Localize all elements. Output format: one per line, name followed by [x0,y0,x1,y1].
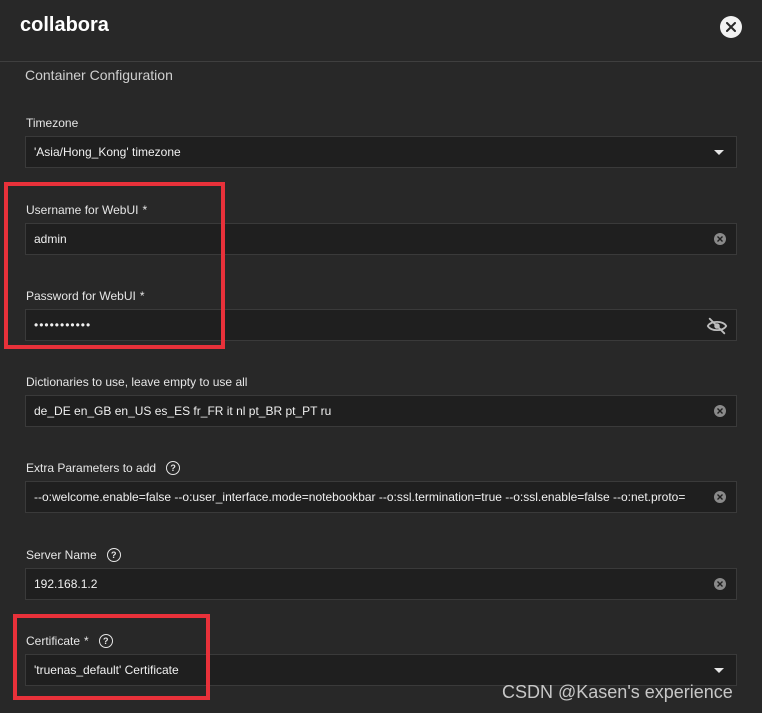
clear-icon[interactable] [714,405,726,417]
extra-params-label: Extra Parameters to add ? [26,461,181,475]
certificate-value: 'truenas_default' Certificate [34,663,179,677]
password-label: Password for WebUI * [26,289,145,303]
server-name-value: 192.168.1.2 [34,577,98,591]
username-value: admin [34,232,67,246]
chevron-down-icon[interactable] [714,150,724,155]
server-name-input[interactable]: 192.168.1.2 [25,568,737,600]
password-value: ••••••••••• [34,318,92,332]
dialog-header: collabora [0,0,762,62]
dictionaries-label: Dictionaries to use, leave empty to use … [26,375,248,389]
timezone-value: 'Asia/Hong_Kong' timezone [34,145,181,159]
help-icon[interactable]: ? [106,548,121,562]
eye-off-icon[interactable] [706,316,728,336]
close-icon [726,22,736,32]
dictionaries-input[interactable]: de_DE en_GB en_US es_ES fr_FR it nl pt_B… [25,395,737,427]
extra-params-input[interactable]: --o:welcome.enable=false --o:user_interf… [25,481,737,513]
clear-icon[interactable] [714,233,726,245]
password-input[interactable]: ••••••••••• [25,309,737,341]
username-label: Username for WebUI * [26,203,148,217]
help-icon[interactable]: ? [98,634,113,648]
timezone-label: Timezone [26,116,79,130]
extra-params-value: --o:welcome.enable=false --o:user_interf… [34,490,686,504]
watermark: CSDN @Kasen's experience [502,682,733,702]
server-name-label: Server Name ? [26,548,121,562]
app-title: collabora [20,14,109,36]
section-title: Container Configuration [25,67,173,83]
chevron-down-icon[interactable] [714,668,724,673]
close-button[interactable] [720,16,742,38]
clear-icon[interactable] [714,491,726,503]
certificate-label: Certificate * ? [26,634,113,648]
timezone-select[interactable]: 'Asia/Hong_Kong' timezone [25,136,737,168]
dictionaries-value: de_DE en_GB en_US es_ES fr_FR it nl pt_B… [34,404,332,418]
help-icon[interactable]: ? [166,461,181,475]
clear-icon[interactable] [714,578,726,590]
username-input[interactable]: admin [25,223,737,255]
